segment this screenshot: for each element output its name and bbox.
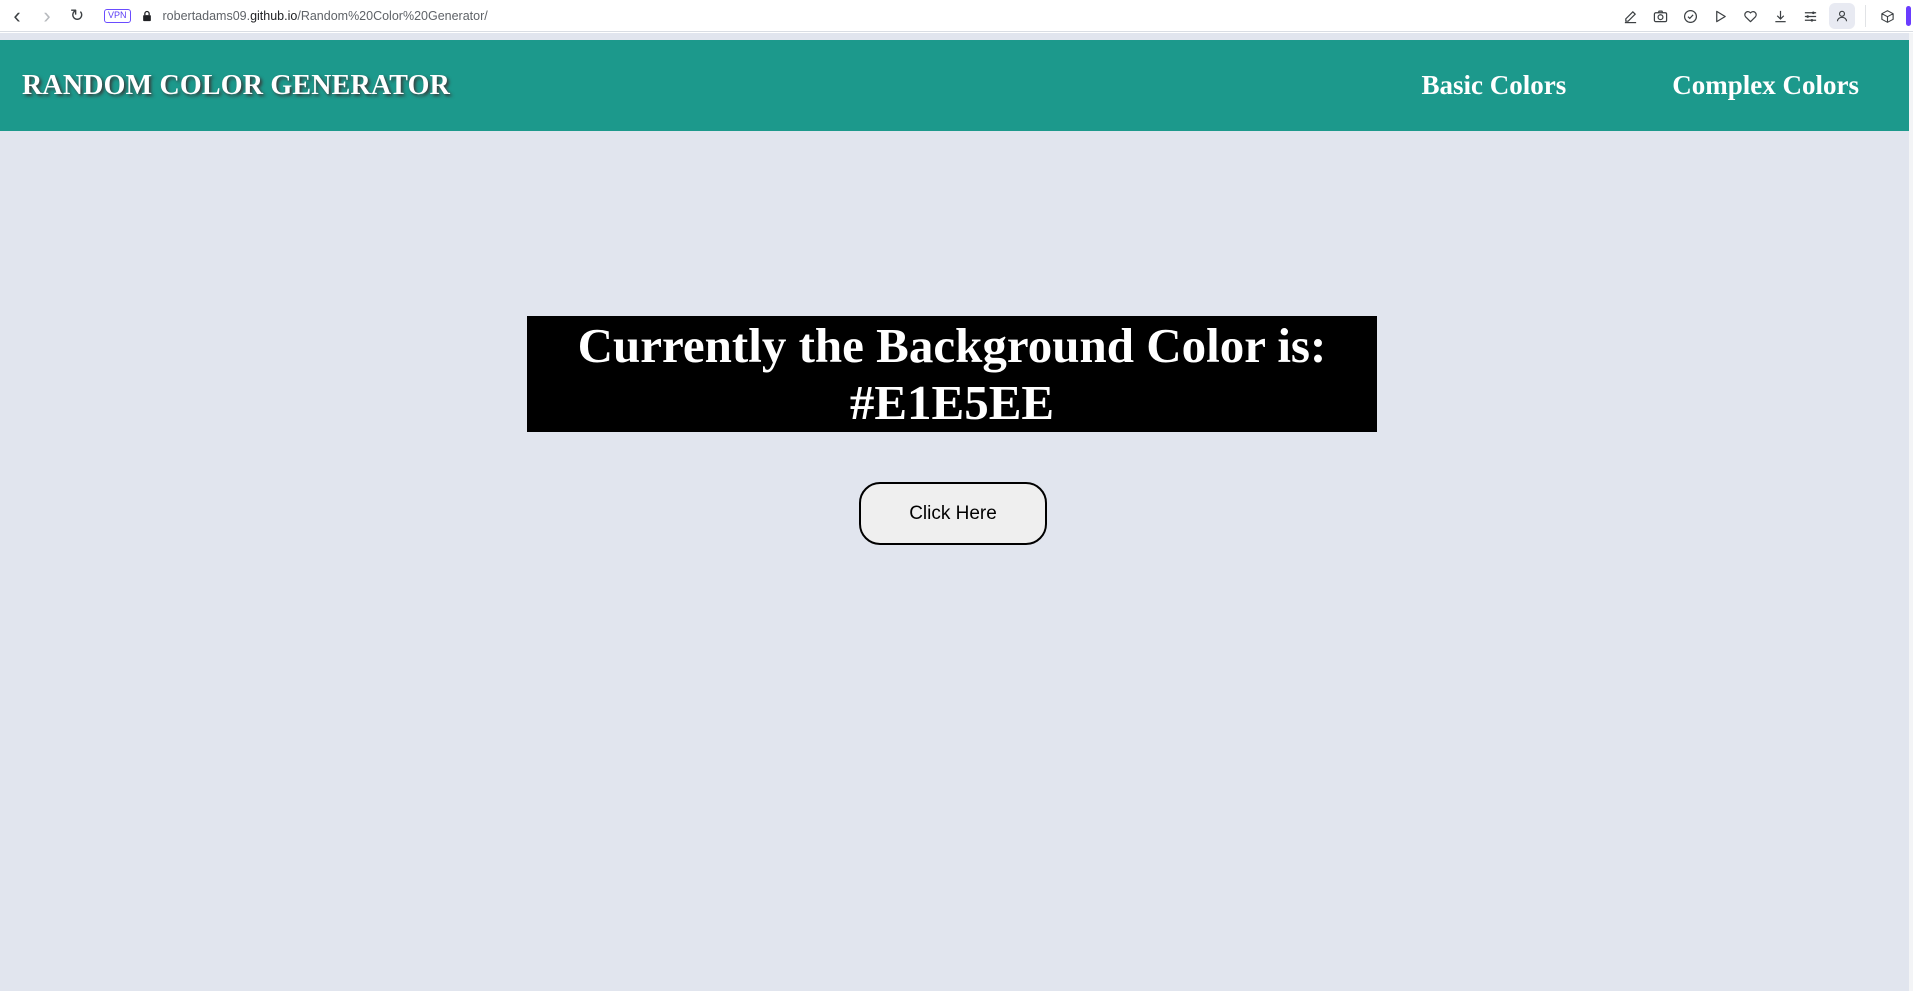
- nav-basic-colors[interactable]: Basic Colors: [1422, 70, 1567, 101]
- menu-icon[interactable]: [1795, 1, 1825, 31]
- download-icon[interactable]: [1765, 1, 1795, 31]
- site-nav: Basic Colors Complex Colors: [1422, 40, 1909, 131]
- heart-icon[interactable]: [1735, 1, 1765, 31]
- color-code: #E1E5EE: [849, 375, 1055, 430]
- site-header: RANDOM COLOR GENERATOR Basic Colors Comp…: [0, 40, 1909, 131]
- color-display-box: Currently the Background Color is: #E1E5…: [527, 316, 1377, 432]
- background-status-line: Currently the Background Color is:: [577, 318, 1327, 373]
- extensions-icon[interactable]: [1872, 1, 1902, 31]
- generate-color-button[interactable]: Click Here: [859, 482, 1047, 545]
- nav-complex-colors[interactable]: Complex Colors: [1672, 70, 1859, 101]
- address-bar[interactable]: robertadams09.github.io/Random%20Color%2…: [163, 9, 488, 23]
- profile-icon[interactable]: [1829, 3, 1855, 29]
- url-prefix: robertadams09.: [162, 8, 251, 23]
- url-path: /Random%20Color%20Generator/: [297, 8, 488, 23]
- browser-toolbar-right: [1615, 0, 1913, 32]
- sidebar-accent: [1906, 6, 1911, 26]
- camera-icon[interactable]: [1645, 1, 1675, 31]
- lock-icon[interactable]: [140, 9, 154, 23]
- reload-button[interactable]: ↻: [62, 1, 92, 31]
- vpn-badge[interactable]: VPN: [104, 8, 131, 23]
- browser-toolbar: ‹ › ↻ VPN robertadams09.github.io/Random…: [0, 0, 1913, 32]
- page-viewport: RANDOM COLOR GENERATOR Basic Colors Comp…: [0, 33, 1909, 991]
- site-title: RANDOM COLOR GENERATOR: [22, 69, 451, 101]
- toolbar-separator: [1865, 5, 1866, 27]
- url-host: github.io: [250, 8, 298, 23]
- shield-icon[interactable]: [1675, 1, 1705, 31]
- play-icon[interactable]: [1705, 1, 1735, 31]
- forward-button[interactable]: ›: [32, 1, 62, 31]
- edit-icon[interactable]: [1615, 1, 1645, 31]
- back-button[interactable]: ‹: [2, 1, 32, 31]
- scrollbar-track[interactable]: [1909, 33, 1913, 991]
